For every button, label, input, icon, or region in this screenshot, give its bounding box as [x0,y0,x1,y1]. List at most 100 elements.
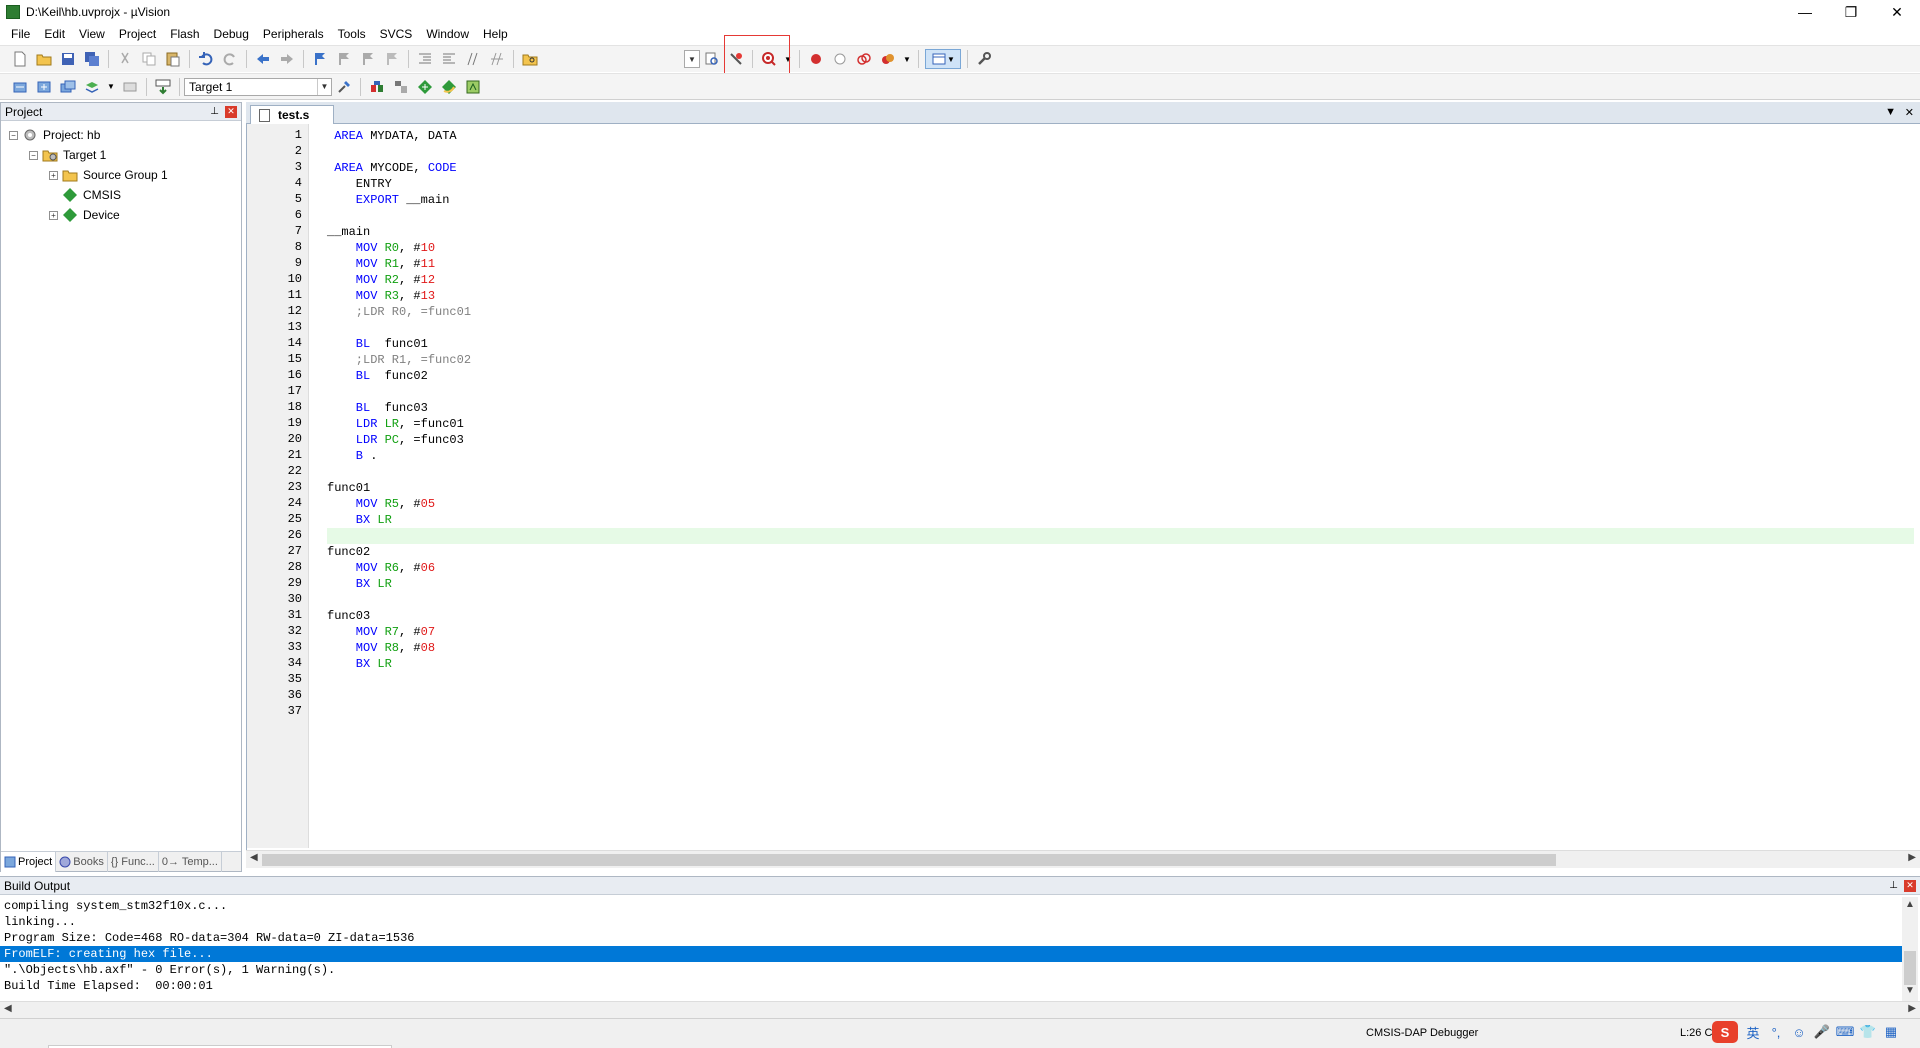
window-layout-icon[interactable]: ▼ [925,49,961,69]
tab-project[interactable]: Project [1,852,57,872]
download-load-icon[interactable] [153,77,173,97]
build-output-text[interactable]: compiling system_stm32f10x.c... linking..… [0,898,1902,994]
close-icon[interactable]: ✕ [1905,106,1914,119]
translate-icon[interactable] [10,77,30,97]
code-line[interactable]: MOV R0, #10 [327,240,1914,256]
microphone-icon[interactable]: 🎤 [1813,1023,1831,1041]
bookmark-prev-icon[interactable] [334,49,354,69]
clothing-skin-icon[interactable]: 👕 [1859,1023,1877,1041]
collapse-icon[interactable]: − [9,130,18,140]
code-line[interactable] [327,704,1914,720]
build-output-line[interactable]: compiling system_stm32f10x.c... [0,898,1902,914]
code-line[interactable] [327,144,1914,160]
restore-button[interactable]: ❐ [1828,0,1874,24]
minimize-button[interactable]: — [1782,0,1828,24]
chevron-down-icon[interactable]: ▼ [1885,106,1896,118]
navigate-back-icon[interactable] [253,49,273,69]
code-line[interactable]: MOV R3, #13 [327,288,1914,304]
menu-help[interactable]: Help [476,27,515,41]
code-line[interactable]: EXPORT __main [327,192,1914,208]
scroll-down-icon[interactable]: ▼ [1905,985,1915,996]
build-output-line[interactable]: linking... [0,914,1902,930]
tree-item-device[interactable]: + Device [1,205,241,225]
code-line[interactable]: B . [327,448,1914,464]
uncomment-icon[interactable] [487,49,507,69]
menu-view[interactable]: View [72,27,112,41]
rte-component-icon[interactable] [463,77,483,97]
build-output-line[interactable]: Program Size: Code=468 RO-data=304 RW-da… [0,930,1902,946]
code-line[interactable]: func01 [327,480,1914,496]
insert-breakpoint-icon[interactable] [806,49,826,69]
code-line[interactable]: func02 [327,544,1914,560]
bookmark-next-icon[interactable] [358,49,378,69]
menu-flash[interactable]: Flash [163,27,206,41]
tree-item-target[interactable]: − Target 1 [1,145,241,165]
code-line[interactable] [327,208,1914,224]
tree-item-project[interactable]: − Project: hb [1,125,241,145]
expand-icon[interactable]: + [49,170,58,180]
pin-icon[interactable]: ⊥ [210,106,219,117]
build-output-line[interactable]: FromELF: creating hex file... [0,946,1902,962]
keyboard-icon[interactable]: ⌨ [1836,1023,1855,1041]
debug-dropdown-icon[interactable]: ▼ [783,49,793,69]
punctuation-icon[interactable]: °, [1767,1023,1785,1041]
code-line[interactable]: LDR LR, =func01 [327,416,1914,432]
build-output-line[interactable]: ".\Objects\hb.axf" - 0 Error(s), 1 Warni… [0,962,1902,978]
tab-test-s[interactable]: test.s [250,105,334,124]
code-line[interactable]: ;LDR R1, =func02 [327,352,1914,368]
tab-templates[interactable]: 0→ Temp... [159,852,222,872]
breakpoint-margin[interactable] [309,124,323,848]
tab-books[interactable]: Books [56,852,108,872]
menu-project[interactable]: Project [112,27,163,41]
copy-icon[interactable] [139,49,159,69]
batch-build-icon[interactable] [82,77,102,97]
code-line[interactable]: BX LR [327,576,1914,592]
code-line[interactable] [327,672,1914,688]
tree-item-source-group[interactable]: + Source Group 1 [1,165,241,185]
debug-session-icon[interactable] [759,49,779,69]
scroll-up-icon[interactable]: ▲ [1905,899,1915,910]
current-code-line[interactable] [327,528,1914,544]
bookmark-clear-icon[interactable] [382,49,402,69]
close-button[interactable]: ✕ [1874,0,1920,24]
code-editor[interactable]: 1 2 3 4 5 6 7 8 9 10 11 12 13 14 15 16 17 18 19 20 21 22 23 24 2… [246,124,1920,850]
stop-build-icon[interactable] [120,77,140,97]
code-line[interactable]: BL func01 [327,336,1914,352]
save-all-icon[interactable] [82,49,102,69]
scroll-right-icon[interactable]: ▶ [1908,1003,1916,1014]
code-line[interactable]: __main [327,224,1914,240]
manage-components-icon[interactable] [367,77,387,97]
expand-icon[interactable]: + [49,210,58,220]
scroll-left-icon[interactable]: ◀ [4,1003,12,1014]
code-line[interactable]: MOV R8, #08 [327,640,1914,656]
sogou-ime-logo[interactable]: S [1712,1021,1738,1043]
menu-tools[interactable]: Tools [331,27,373,41]
code-line[interactable]: MOV R5, #05 [327,496,1914,512]
bookmark-toggle-icon[interactable] [310,49,330,69]
kill-all-breakpoints-icon[interactable] [878,49,898,69]
open-folder-icon[interactable] [34,49,54,69]
comment-icon[interactable] [463,49,483,69]
undo-icon[interactable] [196,49,216,69]
unindent-icon[interactable] [439,49,459,69]
save-icon[interactable] [58,49,78,69]
emoji-icon[interactable]: ☺ [1790,1023,1808,1041]
code-line[interactable]: MOV R1, #11 [327,256,1914,272]
code-line[interactable]: BL func02 [327,368,1914,384]
target-options-icon[interactable] [334,77,354,97]
build-vertical-scrollbar[interactable]: ▲ ▼ [1902,897,1918,1001]
select-software-packs-icon[interactable] [439,77,459,97]
collapse-icon[interactable]: − [29,150,38,160]
code-line[interactable]: MOV R6, #06 [327,560,1914,576]
disable-all-breakpoints-icon[interactable] [854,49,874,69]
code-line[interactable]: LDR PC, =func03 [327,432,1914,448]
incremental-find-icon[interactable] [726,49,746,69]
code-line[interactable]: ;LDR R0, =func01 [327,304,1914,320]
pack-installer-icon[interactable] [415,77,435,97]
menu-edit[interactable]: Edit [37,27,72,41]
menu-file[interactable]: File [4,27,37,41]
pin-icon[interactable]: ⊥ [1889,880,1898,891]
scroll-left-icon[interactable]: ◀ [250,852,258,863]
indent-icon[interactable] [415,49,435,69]
target-select[interactable]: Target 1 ▼ [184,77,332,96]
